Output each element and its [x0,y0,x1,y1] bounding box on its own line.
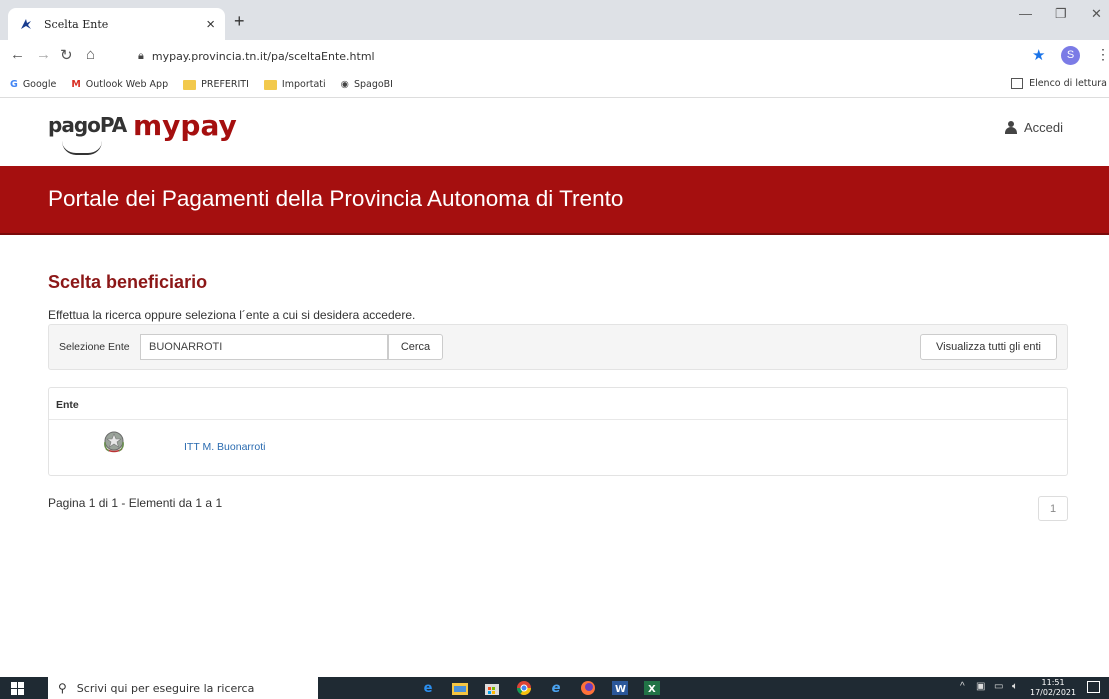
ente-search-input[interactable] [140,334,388,360]
reading-list[interactable]: Elenco di lettura [1011,78,1107,89]
windows-taskbar: ⚲ Scrivi qui per eseguire la ricerca e e… [0,677,1109,699]
minimize-icon[interactable]: — [1019,6,1032,21]
user-icon [1004,121,1018,134]
login-link[interactable]: Accedi [1004,120,1063,135]
new-tab-icon[interactable]: + [234,11,245,32]
site-favicon-icon [18,16,34,32]
firefox-icon[interactable] [579,679,597,697]
bookmark-star-icon[interactable]: ★ [1032,46,1045,64]
table-header: Ente [49,388,1067,420]
pagopa-logo-arc [62,141,102,155]
folder-icon [183,79,197,90]
url-text: mypay.provincia.tn.it/pa/sceltaEnte.html [151,49,375,63]
entity-link[interactable]: ITT M. Buonarroti [184,441,266,453]
search-icon: ⚲ [58,681,67,695]
notifications-icon[interactable] [1087,681,1100,693]
bookmark-outlook[interactable]: M Outlook Web App [71,79,168,90]
folder-icon [263,79,277,90]
lock-icon: 🔒︎ [138,49,144,62]
pagination-summary: Pagina 1 di 1 - Elementi da 1 a 1 [48,496,223,510]
reading-list-icon [1011,78,1024,89]
entities-table: Ente ITT M. Buonarroti [48,387,1068,476]
back-icon[interactable]: ← [10,46,25,63]
intro-text: Effettua la ricerca oppure seleziona l´e… [48,308,416,322]
svg-text:X: X [648,684,656,695]
browser-tab[interactable]: Scelta Ente × [8,8,225,40]
tab-title: Scelta Ente [44,17,109,31]
home-icon[interactable]: ⌂ [86,46,95,63]
bookmark-preferiti[interactable]: PREFERITI [183,79,249,90]
network-icon[interactable]: ▭ [994,681,1003,692]
title-banner: Portale dei Pagamenti della Provincia Au… [0,166,1109,235]
tab-close-icon[interactable]: × [206,16,215,33]
mypay-logo[interactable]: mypay [133,109,237,142]
taskbar-clock[interactable]: 11:51 17/02/2021 [1030,678,1076,698]
close-window-icon[interactable]: ✕ [1091,6,1102,22]
gmail-icon: M [71,79,81,90]
google-icon: G [10,79,18,90]
address-bar-row: ← → ↻ ⌂ 🔒︎ mypay.provincia.tn.it/pa/scel… [0,40,1109,72]
reload-icon[interactable]: ↻ [60,46,73,64]
excel-icon[interactable]: X [643,679,661,697]
tray-chevron-icon[interactable]: ^ [960,681,965,692]
bookmark-importati[interactable]: Importati [263,79,326,90]
bookmark-google[interactable]: G Google [10,79,56,90]
menu-kebab-icon[interactable]: ⋮ [1096,46,1109,63]
italian-emblem-icon [104,431,124,453]
internet-explorer-icon[interactable]: e [547,679,565,697]
bookmarks-bar: G Google M Outlook Web App PREFERITI Imp… [0,72,1109,98]
file-explorer-icon[interactable] [451,679,469,697]
search-panel: Selezione Ente Cerca Visualizza tutti gl… [48,324,1068,370]
restore-icon[interactable]: ❐ [1055,6,1067,22]
page-title: Scelta beneficiario [48,272,208,292]
edge-icon[interactable]: e [419,679,437,697]
tray-app-icon[interactable]: ▣ [976,681,985,692]
page-button-1[interactable]: 1 [1038,496,1068,521]
forward-icon[interactable]: → [36,46,51,63]
bookmark-spagobi[interactable]: ◉ SpagoBI [341,79,393,90]
show-all-entities-button[interactable]: Visualizza tutti gli enti [920,334,1057,360]
windows-start-icon[interactable] [11,682,24,695]
pagopa-logo[interactable]: pagoPA [48,113,127,155]
chrome-icon[interactable] [515,679,533,697]
svg-text:W: W [615,684,626,695]
word-icon[interactable]: W [611,679,629,697]
table-row: ITT M. Buonarroti [49,421,1067,476]
taskbar-search[interactable]: ⚲ Scrivi qui per eseguire la ricerca [48,677,318,699]
taskbar-search-placeholder: Scrivi qui per eseguire la ricerca [76,681,255,695]
browser-tab-strip: Scelta Ente × + — ❐ ✕ [0,0,1109,40]
portal-title: Portale dei Pagamenti della Provincia Au… [48,186,624,211]
search-label: Selezione Ente [59,341,130,353]
store-icon[interactable] [483,679,501,697]
column-header-ente: Ente [56,399,79,411]
site-header: pagoPA mypay Accedi [0,98,1109,166]
search-button[interactable]: Cerca [388,334,443,360]
profile-avatar[interactable]: S [1061,46,1080,65]
url-box[interactable]: 🔒︎ mypay.provincia.tn.it/pa/sceltaEnte.h… [138,44,1018,68]
volume-icon[interactable]: 🔈︎ [1012,681,1018,692]
globe-icon: ◉ [340,79,349,90]
